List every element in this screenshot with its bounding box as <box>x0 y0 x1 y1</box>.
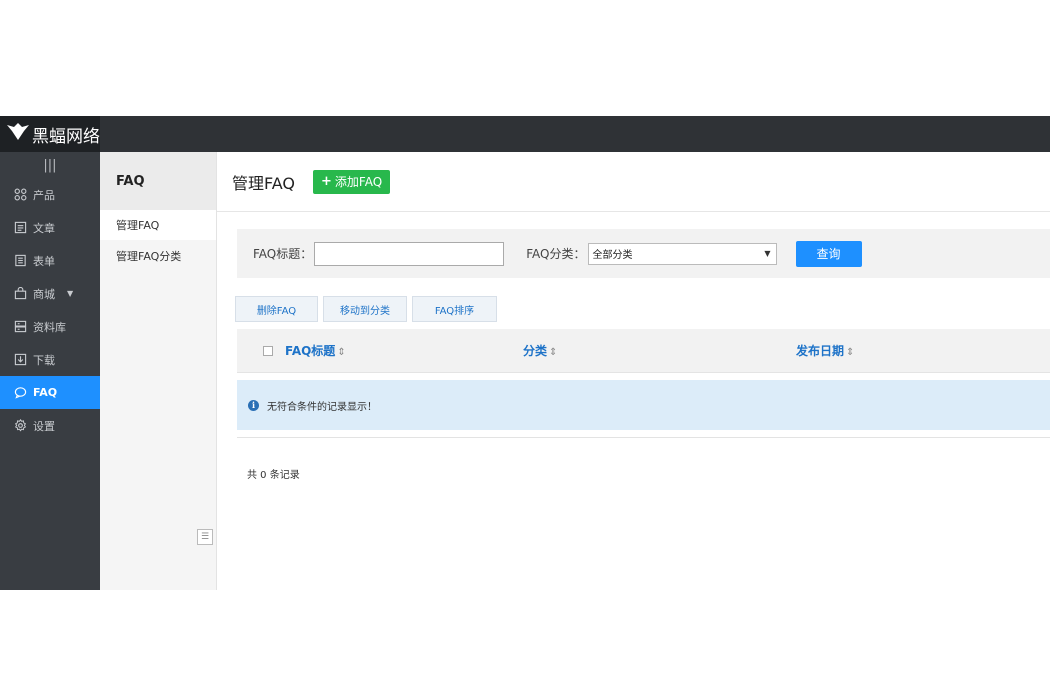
sidebar-item-faq[interactable]: FAQ <box>0 376 100 409</box>
sub-navigation: FAQ 管理FAQ 管理FAQ分类 ☰ <box>100 152 217 590</box>
top-bar: 黑蝠网络 <box>0 116 1050 152</box>
sidebar-item-label: 资料库 <box>33 320 66 334</box>
subnav-item-manage-faq-category[interactable]: 管理FAQ分类 <box>100 240 216 272</box>
grid-icon <box>13 188 27 202</box>
sidebar-item-settings[interactable]: 设置 <box>0 409 100 442</box>
sidebar-item-label: FAQ <box>33 386 58 399</box>
form-icon <box>13 254 27 268</box>
info-icon: i <box>248 399 259 411</box>
column-header-date[interactable]: 发布日期 ⇕ <box>796 342 854 359</box>
main-content: 管理FAQ + 添加FAQ FAQ标题： FAQ分类： 全部分类 ▼ 查询 删除… <box>217 152 1050 590</box>
sort-icon: ⇕ <box>549 347 558 358</box>
chat-icon <box>13 386 27 400</box>
doc-icon <box>13 221 27 235</box>
sidebar-item-download[interactable]: 下载 <box>0 343 100 376</box>
faq-category-select[interactable]: 全部分类 ▼ <box>587 242 777 265</box>
sidebar-item-label: 文章 <box>33 221 55 235</box>
collapse-menu-icon[interactable]: ||| <box>0 152 100 178</box>
column-title-label: FAQ标题 <box>285 344 336 358</box>
sidebar-item-label: 表单 <box>33 254 55 268</box>
sidebar-item-articles[interactable]: 文章 <box>0 211 100 244</box>
faq-title-label: FAQ标题： <box>253 247 313 261</box>
bat-logo-icon <box>6 122 32 147</box>
select-all-checkbox[interactable] <box>263 345 273 356</box>
sidebar: ||| 产品 文章 表单 商城 ▼ 资料库 下载 FAQ 设置 <box>0 152 100 590</box>
plus-icon: + <box>321 174 332 189</box>
sidebar-item-label: 产品 <box>33 188 55 202</box>
divider <box>237 437 1050 438</box>
faq-category-selected: 全部分类 <box>592 250 633 261</box>
page-title: 管理FAQ <box>232 173 295 193</box>
empty-message: 无符合条件的记录显示！ <box>267 401 377 413</box>
dropdown-arrow-icon: ▼ <box>764 249 771 258</box>
column-category-label: 分类 <box>523 344 548 358</box>
add-faq-label: 添加FAQ <box>334 175 383 189</box>
faq-category-label: FAQ分类： <box>526 247 586 261</box>
sidebar-item-library[interactable]: 资料库 <box>0 310 100 343</box>
download-icon <box>13 353 27 367</box>
column-header-title[interactable]: FAQ标题 ⇕ <box>285 342 523 359</box>
page-header: 管理FAQ + 添加FAQ <box>217 152 1050 212</box>
add-faq-button[interactable]: + 添加FAQ <box>313 169 391 194</box>
sidebar-item-forms[interactable]: 表单 <box>0 244 100 277</box>
empty-state-row: i 无符合条件的记录显示！ <box>237 380 1050 430</box>
table-header: FAQ标题 ⇕ 分类 ⇕ 发布日期 ⇕ <box>237 329 1050 373</box>
sort-icon: ⇕ <box>337 347 346 358</box>
sidebar-item-mall[interactable]: 商城 ▼ <box>0 277 100 310</box>
sidebar-item-products[interactable]: 产品 <box>0 178 100 211</box>
gear-icon <box>13 419 27 433</box>
sort-icon: ⇕ <box>846 347 855 358</box>
action-toolbar: 删除FAQ 移动到分类 FAQ排序 <box>235 296 497 322</box>
sidebar-item-label: 商城 <box>33 287 55 301</box>
subnav-title: FAQ <box>100 152 216 210</box>
delete-faq-button[interactable]: 删除FAQ <box>235 296 318 322</box>
subnav-collapse-icon[interactable]: ☰ <box>197 529 213 545</box>
bag-icon <box>13 287 27 301</box>
database-icon <box>13 320 27 334</box>
brand-logo[interactable]: 黑蝠网络 <box>0 116 100 152</box>
sidebar-item-label: 设置 <box>33 419 55 433</box>
brand-name: 黑蝠网络 <box>32 126 100 147</box>
sidebar-item-label: 下载 <box>33 353 55 367</box>
query-button[interactable]: 查询 <box>795 240 862 267</box>
faq-sort-button[interactable]: FAQ排序 <box>412 296 497 322</box>
faq-title-input[interactable] <box>314 241 505 266</box>
subnav-item-manage-faq[interactable]: 管理FAQ <box>100 210 216 240</box>
app-window: 黑蝠网络 ||| 产品 文章 表单 商城 ▼ 资料库 下载 FAQ 设置 FAQ… <box>0 116 1050 590</box>
search-panel: FAQ标题： FAQ分类： 全部分类 ▼ 查询 <box>237 229 1050 278</box>
move-to-category-button[interactable]: 移动到分类 <box>323 296 407 322</box>
column-date-label: 发布日期 <box>796 344 845 358</box>
column-header-category[interactable]: 分类 ⇕ <box>523 342 796 359</box>
chevron-down-icon: ▼ <box>67 289 74 298</box>
record-count: 共 0 条记录 <box>247 470 300 481</box>
